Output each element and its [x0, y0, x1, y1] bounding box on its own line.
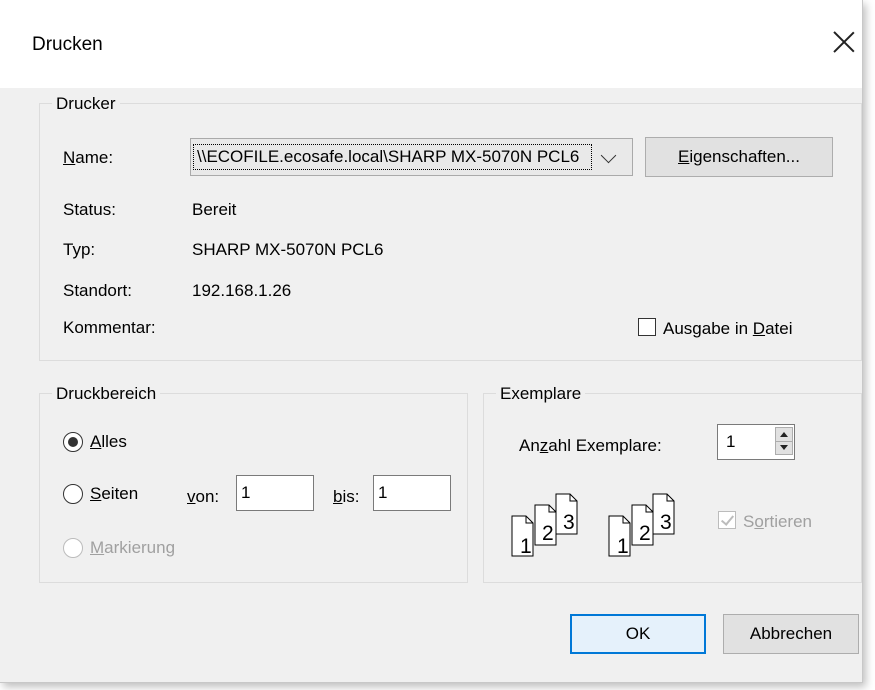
from-page-input[interactable]: [236, 475, 314, 511]
collate-page-2b: 2: [639, 522, 651, 545]
copies-count-label: Anzahl Exemplare:: [519, 436, 662, 455]
print-to-file-checkbox[interactable]: [638, 318, 656, 336]
comment-label: Kommentar:: [63, 318, 156, 337]
spin-up-icon[interactable]: [776, 428, 792, 442]
title-bar: Drucken: [0, 0, 862, 88]
spin-down-icon[interactable]: [776, 441, 792, 454]
copies-spinner[interactable]: [775, 427, 793, 455]
radio-selection-label[interactable]: Markierung: [90, 538, 175, 558]
printer-group-label: Drucker: [52, 94, 120, 114]
location-label: Standort:: [63, 281, 132, 300]
copies-group-label: Exemplare: [496, 384, 586, 404]
status-value: Bereit: [192, 200, 237, 219]
collate-checkbox[interactable]: [718, 511, 736, 529]
type-label: Typ:: [63, 240, 96, 259]
printer-name-label: Name:: [63, 148, 114, 167]
collate-page-1b: 1: [617, 535, 629, 558]
print-to-file-label[interactable]: Ausgabe in Datei: [663, 319, 793, 339]
status-label: Status:: [63, 200, 116, 219]
radio-selection[interactable]: [63, 538, 83, 558]
collate-stack-1: 3 2 1: [511, 493, 578, 558]
type-value: SHARP MX-5070N PCL6: [192, 240, 384, 259]
radio-pages[interactable]: [63, 484, 83, 504]
printer-name-combobox[interactable]: \\ECOFILE.ecosafe.local\SHARP MX-5070N P…: [190, 138, 633, 176]
to-label: bis:: [333, 487, 360, 506]
cancel-button[interactable]: Abbrechen: [723, 614, 859, 654]
collate-icon: 3 2 1 3 2 1: [511, 493, 675, 558]
printer-name-value: \\ECOFILE.ecosafe.local\SHARP MX-5070N P…: [193, 144, 592, 170]
radio-all-label[interactable]: Alles: [90, 432, 127, 452]
checkmark-icon: [720, 512, 735, 526]
collate-stack-2: 3 2 1: [608, 493, 675, 558]
to-page-input[interactable]: [373, 475, 451, 511]
dialog-title: Drucken: [32, 34, 103, 55]
location-value: 192.168.1.26: [192, 281, 292, 300]
collate-page-3a: 3: [563, 511, 575, 534]
radio-all[interactable]: [63, 432, 83, 452]
collate-page-3b: 3: [660, 511, 672, 534]
collate-page-1a: 1: [520, 535, 532, 558]
chevron-down-icon[interactable]: [600, 147, 617, 164]
radio-pages-label[interactable]: Seiten: [90, 484, 138, 504]
collate-label[interactable]: Sortieren: [743, 512, 812, 532]
properties-button[interactable]: Eigenschaften...: [645, 137, 833, 177]
from-label: von:: [187, 487, 220, 506]
collate-page-2a: 2: [542, 522, 554, 545]
print-range-group-label: Druckbereich: [52, 384, 161, 404]
close-icon[interactable]: [832, 30, 856, 54]
ok-button[interactable]: OK: [570, 614, 706, 654]
print-dialog: Drucken Drucker Name: \\ECOFILE.ecosafe.…: [0, 0, 863, 683]
